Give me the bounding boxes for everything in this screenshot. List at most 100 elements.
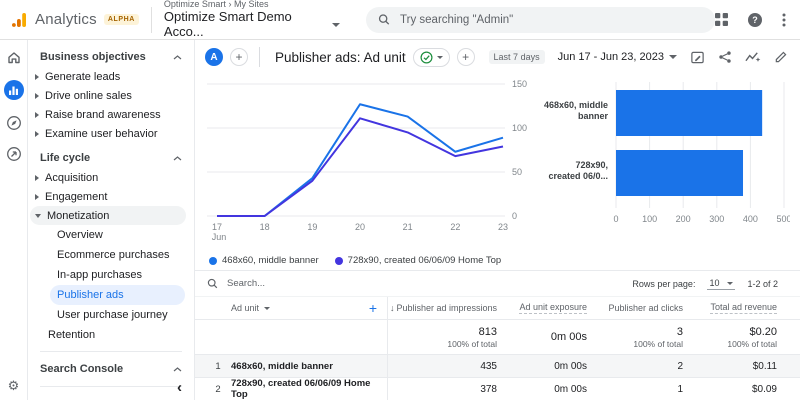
section-life-cycle[interactable]: Life cycle [28,148,194,168]
chevron-up-icon [173,155,182,160]
svg-text:23: 23 [498,222,508,232]
sidebar-item-in-app-purchases[interactable]: In-app purchases [28,265,194,285]
table-search-icon [207,278,218,289]
global-search-input[interactable] [398,12,703,27]
column-header-impressions[interactable]: ↓ Publisher ad impressions [387,297,497,319]
global-search[interactable] [366,6,715,33]
svg-text:0: 0 [512,211,517,221]
line-chart-block: 0 50 100 150 17 Jun 18 19 20 21 22 23 468x60, middl… [207,76,537,266]
sidebar-item-publisher-ads[interactable]: Publisher ads [50,285,185,305]
column-header-clicks[interactable]: Publisher ad clicks [587,297,683,319]
brand-text: Analytics [35,11,97,28]
chevron-up-icon [173,54,182,59]
svg-text:100: 100 [512,123,527,133]
svg-text:22: 22 [450,222,460,232]
help-icon[interactable]: ? [748,12,762,27]
edit-comparisons-icon[interactable] [690,50,705,65]
reports-icon[interactable] [3,80,24,100]
expand-right-icon [35,193,39,200]
sidebar-item-user-purchase-journey[interactable]: User purchase journey [28,305,194,325]
chevron-down-icon [264,306,271,310]
admin-gear-icon[interactable]: ⚙ [8,378,20,394]
expand-right-icon [35,73,39,80]
date-range-picker[interactable]: Jun 17 - Jun 23, 2023 [558,51,677,63]
sidebar-item-monetization[interactable]: Monetization [30,206,186,225]
home-icon[interactable] [6,49,22,65]
chevron-up-icon [173,366,182,371]
svg-text:200: 200 [676,214,691,224]
sidebar-item-engagement[interactable]: Engagement [28,187,194,206]
totals-clicks-sub: 100% of total [633,338,683,349]
data-table-section: Rows per page: 10 1-2 of 2 Ad unit [195,270,800,400]
expand-right-icon [35,130,39,137]
column-header-revenue[interactable]: Total ad revenue [683,297,777,319]
account-name: Optimize Smart Demo Acco... [163,8,292,39]
table-search-input[interactable] [225,277,379,290]
explore-icon[interactable] [6,115,22,131]
report-header: A + Publisher ads: Ad unit + Last 7 days… [195,40,800,74]
totals-impressions: 813 [478,325,497,338]
edit-report-icon[interactable] [774,50,788,64]
chevron-down-icon [436,55,443,59]
add-report-tab-button[interactable]: + [456,48,475,66]
column-header-exposure[interactable]: Ad unit exposure [497,297,587,319]
report-main: A + Publisher ads: Ad unit + Last 7 days… [195,40,800,400]
insights-icon[interactable] [745,50,761,64]
svg-text:0: 0 [613,214,618,224]
rows-per-page-select[interactable]: 10 [707,277,736,290]
apps-grid-icon[interactable] [715,13,728,26]
divider [259,47,260,67]
totals-exposure: 0m 00s [550,330,587,343]
svg-text:20: 20 [355,222,365,232]
legend-item: 468x60, middle banner [209,255,319,266]
row-clicks: 2 [677,360,683,372]
column-header-ad-unit[interactable]: Ad unit [231,303,271,313]
sidebar-item-overview[interactable]: Overview [28,225,194,245]
row-ad-unit: 468x60, middle banner [231,360,333,372]
section-search-console[interactable]: Search Console [28,359,194,379]
account-switcher[interactable]: Optimize Smart › My Sites Optimize Smart… [164,0,340,40]
sidebar-item-examine-user-behavior[interactable]: Examine user behavior [28,124,194,143]
charts-row: 0 50 100 150 17 Jun 18 19 20 21 22 23 468x60, middl… [195,74,800,266]
svg-text:19: 19 [307,222,317,232]
advertising-icon[interactable] [6,146,22,162]
sidebar-item-ecommerce-purchases[interactable]: Ecommerce purchases [28,245,194,265]
table-row[interactable]: 2 728x90, created 06/06/09 Home Top 378 … [195,378,800,400]
sidebar-collapse-button[interactable]: ‹ [177,379,182,396]
analytics-logo-icon [12,12,26,27]
svg-text:150: 150 [512,79,527,89]
section-business-objectives[interactable]: Business objectives [28,47,194,67]
sidebar-item-retention[interactable]: Retention [28,325,194,344]
table-row[interactable]: 1 468x60, middle banner 435 0m 00s 2 $0.… [195,355,800,378]
topbar-actions: ? [715,12,786,27]
svg-text:300: 300 [709,214,724,224]
totals-revenue: $0.20 [749,325,777,338]
expand-right-icon [35,174,39,181]
svg-text:500: 500 [776,214,790,224]
sidebar-item-acquisition[interactable]: Acquisition [28,168,194,187]
analytics-logo[interactable]: Analytics ALPHA [10,11,139,29]
report-status-dropdown[interactable] [412,47,450,67]
row-ad-unit: 728x90, created 06/06/09 Home Top [231,378,371,400]
sidebar-item-drive-online-sales[interactable]: Drive online sales [28,86,194,105]
table-totals-row: 813 100% of total 0m 00s 3 100% of total… [195,320,800,355]
line-chart: 0 50 100 150 17Jun 18 19 20 21 22 23 [207,79,527,242]
row-exposure: 0m 00s [554,360,587,372]
sort-desc-icon: ↓ [389,303,395,313]
topbar: Analytics ALPHA Optimize Smart › My Site… [0,0,800,40]
svg-text:728x90,: 728x90, [575,160,608,170]
comparison-chip-a[interactable]: A [205,48,223,66]
divider [40,351,182,352]
bar-chart-glyph [9,86,18,95]
row-clicks: 1 [677,383,683,395]
sidebar-item-generate-leads[interactable]: Generate leads [28,67,194,86]
add-column-button[interactable]: + [369,301,377,315]
add-comparison-button[interactable]: + [230,48,248,66]
row-revenue: $0.11 [752,360,777,372]
share-icon[interactable] [718,50,732,64]
sidebar-item-raise-brand-awareness[interactable]: Raise brand awareness [28,105,194,124]
svg-text:18: 18 [260,222,270,232]
more-menu-icon[interactable] [782,13,786,27]
svg-text:468x60, middle: 468x60, middle [544,100,608,110]
svg-text:created 06/0...: created 06/0... [548,171,608,181]
